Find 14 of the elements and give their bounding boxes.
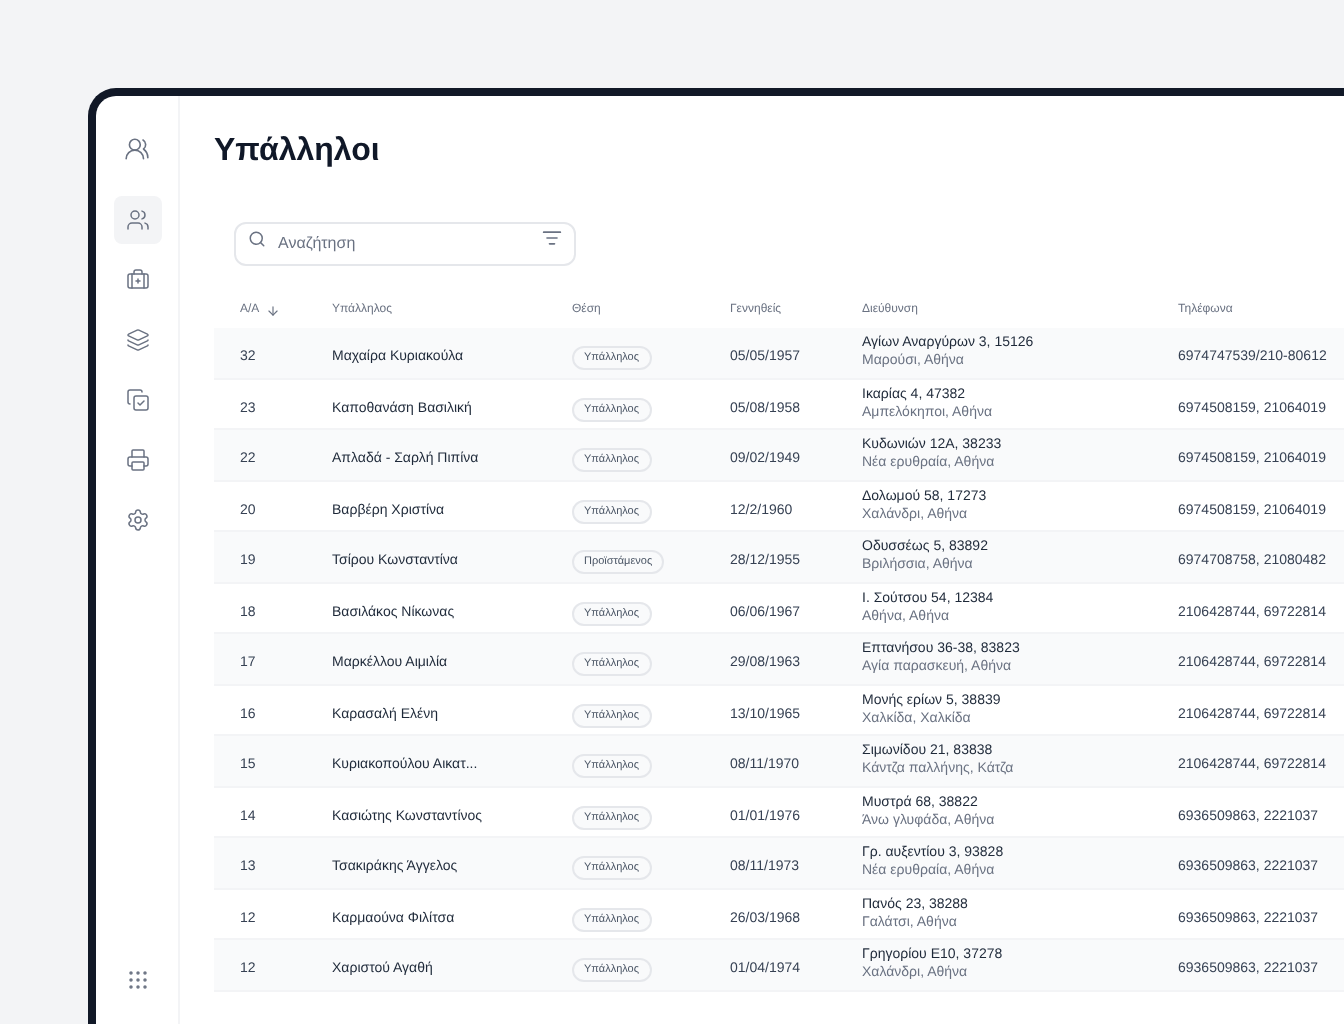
search-icon bbox=[248, 229, 266, 247]
users-icon bbox=[125, 208, 149, 232]
search-field[interactable]: Αναζήτηση bbox=[234, 221, 576, 265]
settings-icon bbox=[125, 508, 149, 532]
printer-icon bbox=[125, 448, 149, 472]
apps-grid-icon[interactable] bbox=[125, 968, 149, 992]
sidebar-item[interactable] bbox=[113, 196, 161, 244]
page-title: Υπάλληλοι bbox=[214, 136, 382, 168]
filter-icon[interactable] bbox=[542, 228, 562, 248]
people-group-icon bbox=[124, 136, 150, 162]
copy-check-icon bbox=[125, 388, 149, 412]
sort-arrow-icon[interactable] bbox=[265, 303, 280, 317]
layers-icon bbox=[125, 328, 149, 352]
briefcase-icon bbox=[125, 268, 149, 292]
